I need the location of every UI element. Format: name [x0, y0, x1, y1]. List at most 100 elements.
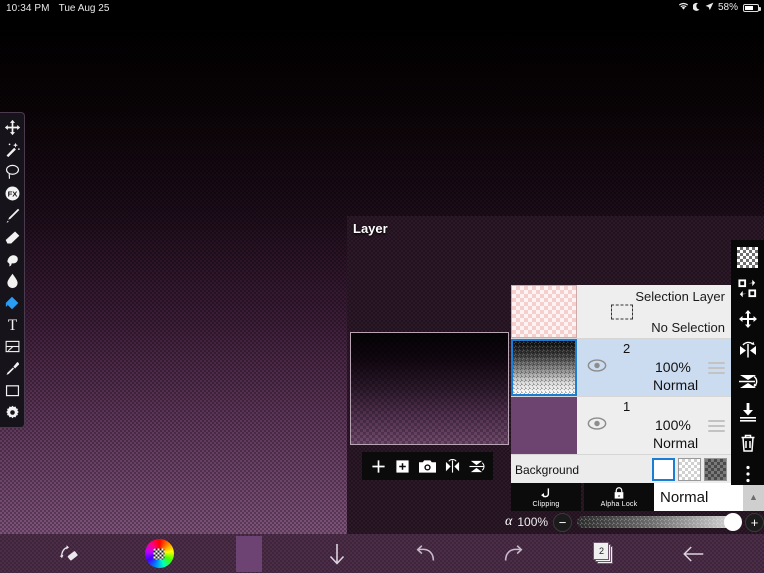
clipping-label: Clipping [532, 500, 560, 508]
svg-text:FX: FX [7, 190, 18, 199]
status-time: 10:34 PM [6, 2, 50, 14]
lasso-tool[interactable] [0, 161, 25, 183]
background-swatch-light-checker[interactable] [678, 458, 701, 481]
duplicate-layer-button[interactable] [393, 456, 413, 476]
layers-button[interactable]: 2 [589, 534, 619, 573]
table-row[interactable]: 1 100% Normal [511, 397, 731, 455]
opacity-slider-row: α 100% − + [505, 511, 764, 533]
opacity-decrease-button[interactable]: − [553, 512, 573, 532]
back-button[interactable] [679, 534, 709, 573]
background-swatch-white[interactable] [652, 458, 675, 481]
selection-layer-title: Selection Layer [635, 289, 725, 304]
battery-percent: 58% [717, 2, 738, 13]
layer-visibility-toggle[interactable] [587, 416, 607, 435]
canvas-preview[interactable] [350, 332, 509, 445]
status-bar: 10:34 PM Tue Aug 25 58% [0, 0, 764, 16]
trash-icon[interactable] [736, 432, 760, 454]
eyedropper-tool[interactable] [0, 357, 25, 379]
fx-tool[interactable]: FX [0, 183, 25, 205]
opacity-slider-knob[interactable] [724, 513, 742, 531]
table-row[interactable]: 2 100% Normal [511, 339, 731, 397]
bottom-bar-dither [0, 534, 764, 573]
layer-thumbnail[interactable] [511, 339, 577, 396]
canvas-preview-dither [351, 333, 508, 444]
current-color-swatch[interactable] [234, 534, 264, 573]
location-icon [705, 2, 714, 14]
chevron-up-icon[interactable]: ▲ [743, 483, 764, 511]
color-swatch-icon [236, 535, 262, 572]
layer-opacity: 100% [655, 359, 691, 375]
alpha-lock-button[interactable]: α Alpha Lock [584, 483, 654, 511]
blend-mode-value: Normal [660, 488, 709, 506]
color-wheel-icon [144, 539, 174, 568]
undo-button[interactable] [411, 534, 441, 573]
selection-layer-info: Selection Layer No Selection [577, 285, 731, 338]
canvas-tool[interactable] [0, 336, 25, 358]
layer-drag-handle[interactable] [708, 417, 725, 435]
layer-number: 2 [623, 341, 631, 356]
move-arrows-icon[interactable] [736, 308, 760, 330]
blend-mode-select[interactable]: Normal ▲ [654, 483, 764, 511]
opacity-slider[interactable] [577, 513, 742, 531]
frame-tool[interactable] [0, 379, 25, 401]
move-tool[interactable] [0, 117, 25, 139]
blur-tool[interactable] [0, 270, 25, 292]
alpha-lock-label: Alpha Lock [600, 500, 638, 508]
marquee-icon [611, 304, 633, 319]
background-label: Background [515, 462, 580, 477]
download-button[interactable] [322, 534, 352, 573]
wifi-icon [678, 2, 689, 14]
text-tool[interactable]: T [0, 314, 25, 336]
dots-vertical-icon[interactable] [736, 463, 760, 485]
checkerboard-icon[interactable] [736, 246, 760, 268]
layer-opacity: 100% [655, 417, 691, 433]
swap-layers-icon[interactable] [736, 277, 760, 299]
camera-icon[interactable] [417, 456, 437, 476]
transform-tool-button[interactable] [54, 534, 84, 573]
alpha-symbol: α [505, 514, 513, 529]
layers-count: 2 [599, 545, 605, 556]
merge-down-icon[interactable] [736, 401, 760, 423]
app-root: 10:34 PM Tue Aug 25 58% FX T Layer Selec… [0, 0, 764, 573]
layer-side-toolbar [731, 240, 764, 485]
status-date: Tue Aug 25 [58, 2, 110, 14]
layer-number: 1 [623, 399, 631, 414]
battery-icon [743, 4, 761, 12]
selection-layer-thumbnail[interactable] [511, 285, 577, 338]
layer-thumbnail[interactable] [511, 397, 577, 454]
add-layer-button[interactable] [368, 456, 388, 476]
flip-horizontal-icon[interactable] [736, 339, 760, 361]
smudge-tool[interactable] [0, 248, 25, 270]
selection-layer-status: No Selection [651, 320, 725, 335]
color-wheel-button[interactable] [144, 534, 174, 573]
flip-vertical-icon[interactable] [467, 456, 487, 476]
pen-tool[interactable] [0, 204, 25, 226]
opacity-increase-button[interactable]: + [745, 512, 764, 532]
tool-rail: FX T [0, 112, 25, 428]
gear-icon[interactable] [0, 401, 25, 423]
moon-icon [692, 2, 701, 15]
svg-text:T: T [7, 317, 17, 333]
background-swatches [652, 458, 727, 481]
background-row: Background [511, 455, 731, 483]
selection-layer-row[interactable]: Selection Layer No Selection [511, 285, 731, 339]
layer-list: Selection Layer No Selection 2 100% Norm… [511, 285, 731, 483]
bottom-toolbar: 2 [0, 534, 764, 573]
redo-button[interactable] [498, 534, 528, 573]
layer-blend-mode: Normal [653, 377, 699, 393]
bucket-fill-tool[interactable] [0, 292, 25, 314]
eraser-tool[interactable] [0, 226, 25, 248]
canvas-preview-toolbar [362, 452, 493, 480]
layer-visibility-toggle[interactable] [587, 358, 607, 377]
layer-drag-handle[interactable] [708, 359, 725, 377]
flip-vertical-icon[interactable] [736, 370, 760, 392]
flip-horizontal-icon[interactable] [442, 456, 462, 476]
layers-stack-icon: 2 [593, 541, 615, 566]
layer-info: 1 100% Normal [577, 397, 731, 454]
background-swatch-dark-checker[interactable] [704, 458, 727, 481]
layer-blend-mode: Normal [653, 435, 699, 451]
magic-wand-tool[interactable] [0, 139, 25, 161]
panel-title: Layer [353, 221, 388, 236]
alpha-value: 100% [517, 515, 549, 529]
clipping-button[interactable]: Clipping [511, 483, 581, 511]
